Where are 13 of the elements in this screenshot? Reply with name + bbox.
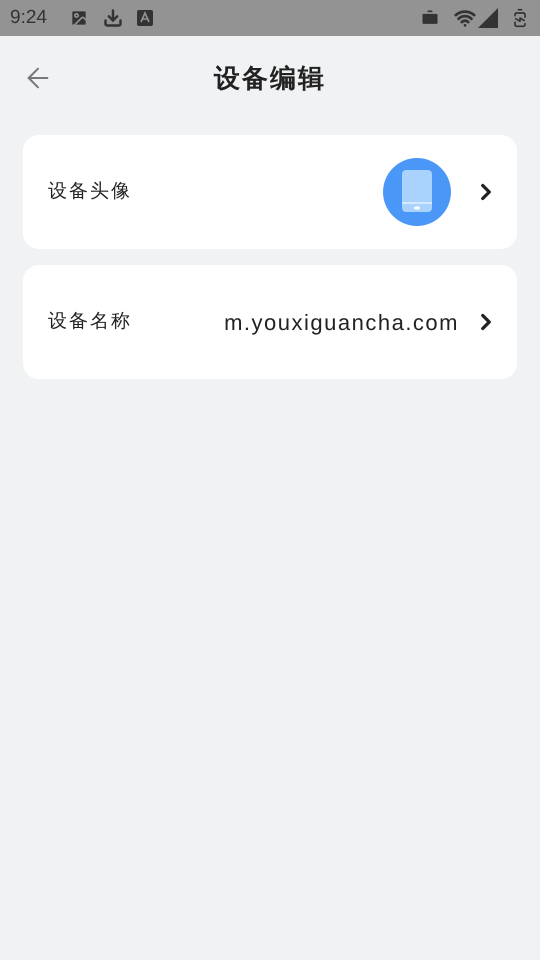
signal-icon [478,8,498,28]
wifi-icon [454,7,476,29]
device-avatar-icon [383,158,451,226]
page-title: 设备编辑 [214,62,326,94]
row-label: 设备名称 [48,310,133,334]
row-label: 设备头像 [48,180,133,204]
row-value: m.youxiguancha.com [224,308,459,337]
briefcase-icon [420,8,440,28]
download-icon [102,8,123,28]
settings-row[interactable]: 设备名称 m.youxiguancha.com [23,265,517,379]
settings-row[interactable]: 设备头像 [23,135,517,249]
font-icon [136,10,153,26]
status-time: 9:24 [10,6,47,30]
